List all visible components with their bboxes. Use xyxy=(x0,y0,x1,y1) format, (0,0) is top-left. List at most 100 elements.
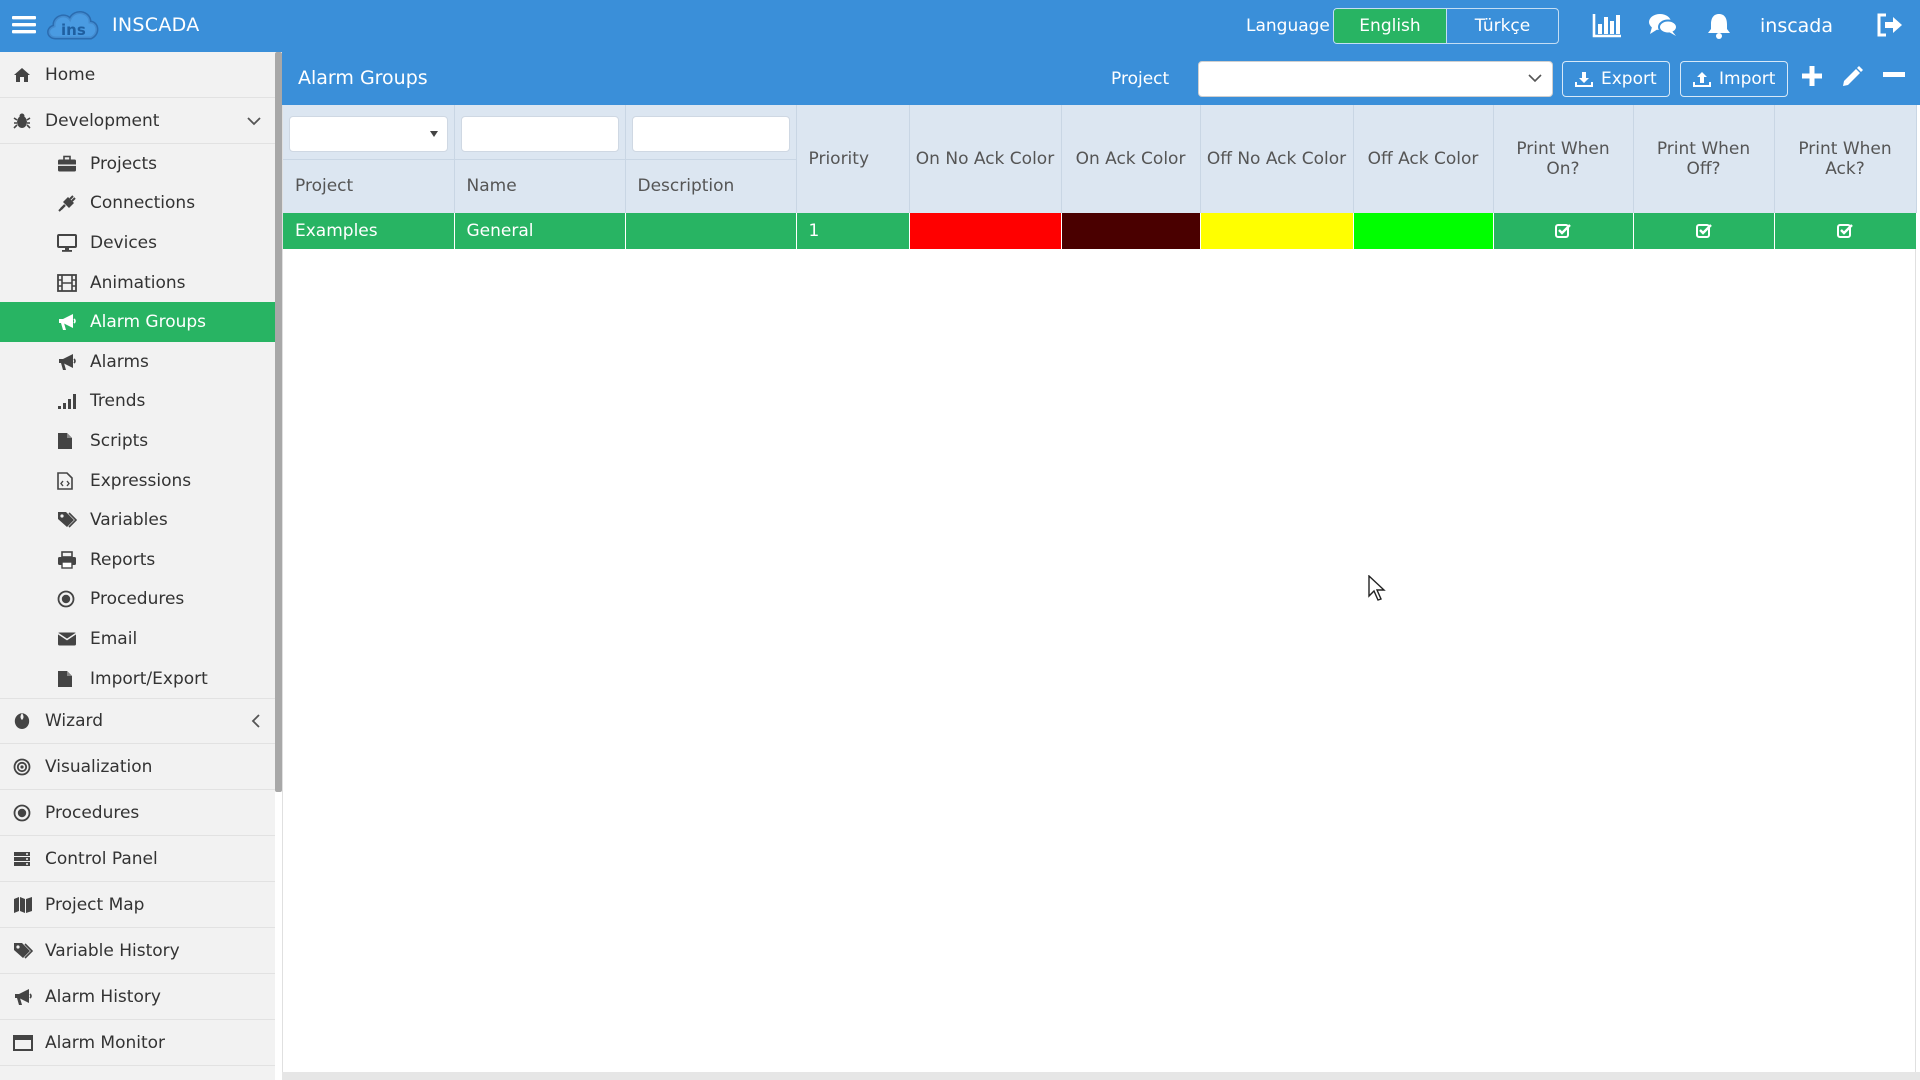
project-filter-select[interactable] xyxy=(289,115,448,152)
language-label: Language xyxy=(1246,16,1330,36)
cell-off-ack-color-swatch xyxy=(1353,213,1494,249)
name-filter-cell xyxy=(454,105,626,160)
sidebar-item-label: Alarm Groups xyxy=(90,312,207,333)
bug-icon xyxy=(13,112,31,130)
map-icon xyxy=(13,896,33,914)
bullhorn-icon xyxy=(57,353,77,371)
file-icon xyxy=(57,432,73,450)
sign-out-icon[interactable] xyxy=(1876,12,1904,38)
sidebar-item-animations[interactable]: Animations xyxy=(0,263,275,303)
sidebar-item-wizard[interactable]: Wizard xyxy=(0,698,275,745)
file-icon xyxy=(57,670,73,688)
svg-text:ins: ins xyxy=(61,21,86,39)
check-square-icon xyxy=(1775,223,1916,239)
export-button[interactable]: Export xyxy=(1562,61,1670,97)
language-turkish-button[interactable]: Türkçe xyxy=(1446,9,1558,43)
sidebar-item-alarm-monitor[interactable]: Alarm Monitor xyxy=(0,1020,275,1067)
chevron-down-icon xyxy=(1528,74,1542,83)
column-header-print-when-on[interactable]: Print When On? xyxy=(1493,105,1634,213)
import-label: Import xyxy=(1719,69,1776,89)
table-row[interactable]: Examples General 1 xyxy=(283,213,1917,249)
language-switcher: English Türkçe xyxy=(1333,8,1559,44)
language-english-button[interactable]: English xyxy=(1334,9,1446,43)
alarm-groups-table: Priority On No Ack Color On Ack Color Of… xyxy=(282,105,1917,1075)
bar-chart-icon[interactable] xyxy=(1592,12,1622,38)
sidebar-item-expressions[interactable]: Expressions xyxy=(0,461,275,501)
bullhorn-icon xyxy=(13,988,33,1006)
sidebar-item-devices[interactable]: Devices xyxy=(0,223,275,263)
sidebar-item-home[interactable]: Home xyxy=(0,52,275,98)
inscada-logo[interactable]: ins xyxy=(44,4,100,48)
sidebar-item-scripts[interactable]: Scripts xyxy=(0,421,275,461)
horizontal-scrollbar[interactable] xyxy=(282,1072,1920,1080)
sidebar-item-project-map[interactable]: Project Map xyxy=(0,882,275,929)
rebel-icon xyxy=(13,712,31,730)
cell-print-when-off xyxy=(1633,213,1775,249)
edit-pencil-icon[interactable] xyxy=(1840,65,1864,89)
sidebar-item-variable-history[interactable]: Variable History xyxy=(0,928,275,975)
add-icon[interactable] xyxy=(1801,65,1823,87)
bullseye-icon xyxy=(13,758,31,776)
sidebar-scrollbar[interactable] xyxy=(275,52,282,792)
sidebar-item-label: Import/Export xyxy=(90,668,208,689)
sidebar-item-label: Procedures xyxy=(90,589,185,610)
sidebar-item-variables[interactable]: Variables xyxy=(0,500,275,540)
cell-on-no-ack-color-swatch xyxy=(909,213,1062,249)
tags-icon xyxy=(13,942,33,960)
sidebar-item-procedures-dev[interactable]: Procedures xyxy=(0,580,275,620)
sidebar-item-alarm-groups[interactable]: Alarm Groups xyxy=(0,302,275,342)
bullhorn-icon xyxy=(57,313,77,331)
chevron-left-icon xyxy=(251,714,261,728)
sidebar-item-procedures[interactable]: Procedures xyxy=(0,790,275,837)
sidebar-item-label: Alarm History xyxy=(45,986,161,1007)
description-filter-input[interactable] xyxy=(631,115,790,152)
sidebar-item-alarm-history[interactable]: Alarm History xyxy=(0,974,275,1021)
cell-name: General xyxy=(454,213,626,249)
sidebar-item-development[interactable]: Development xyxy=(0,98,275,144)
column-header-print-when-ack[interactable]: Print When Ack? xyxy=(1774,105,1917,213)
upload-icon xyxy=(1693,71,1711,87)
sidebar-item-label: Development xyxy=(45,110,160,131)
name-filter-input[interactable] xyxy=(460,115,619,152)
sidebar-item-alarms[interactable]: Alarms xyxy=(0,342,275,382)
sidebar-item-label: Control Panel xyxy=(45,848,158,869)
project-select[interactable] xyxy=(1198,61,1553,97)
sidebar-item-reports[interactable]: Reports xyxy=(0,540,275,580)
column-header-priority[interactable]: Priority xyxy=(796,105,910,213)
column-header-print-when-off[interactable]: Print When Off? xyxy=(1633,105,1775,213)
hamburger-menu-icon[interactable] xyxy=(12,14,36,36)
sidebar-item-trends[interactable]: Trends xyxy=(0,382,275,422)
check-square-icon xyxy=(1634,223,1774,239)
sidebar-item-projects[interactable]: Projects xyxy=(0,144,275,184)
panel-header: Alarm Groups Project Export Import xyxy=(282,52,1920,105)
column-header-off-no-ack-color[interactable]: Off No Ack Color xyxy=(1200,105,1354,213)
sidebar-item-visualization[interactable]: Visualization xyxy=(0,744,275,791)
column-header-on-no-ack-color[interactable]: On No Ack Color xyxy=(909,105,1062,213)
dot-circle-icon xyxy=(13,804,31,822)
film-icon xyxy=(57,273,77,292)
top-bar: ins INSCADA Language English Türkçe insc… xyxy=(0,0,1920,52)
cell-project: Examples xyxy=(283,213,455,249)
sidebar-item-connections[interactable]: Connections xyxy=(0,184,275,224)
column-header-project[interactable]: Project xyxy=(283,159,455,213)
column-header-on-ack-color[interactable]: On Ack Color xyxy=(1061,105,1201,213)
cell-description xyxy=(625,213,797,249)
comments-icon[interactable] xyxy=(1648,12,1678,38)
sidebar-item-email[interactable]: Email xyxy=(0,619,275,659)
print-icon xyxy=(57,550,77,569)
column-header-name[interactable]: Name xyxy=(454,159,626,213)
bell-icon[interactable] xyxy=(1706,12,1732,40)
sidebar-item-control-panel[interactable]: Control Panel xyxy=(0,836,275,883)
app-title: INSCADA xyxy=(112,14,200,36)
caret-down-icon xyxy=(429,130,439,138)
sidebar-item-label: Procedures xyxy=(45,802,140,823)
username[interactable]: inscada xyxy=(1760,15,1833,37)
sidebar-item-label: Trends xyxy=(90,391,146,412)
sidebar-item-import-export[interactable]: Import/Export xyxy=(0,659,275,699)
import-button[interactable]: Import xyxy=(1680,61,1788,97)
remove-icon[interactable] xyxy=(1883,72,1905,78)
column-header-description[interactable]: Description xyxy=(625,159,797,213)
column-header-off-ack-color[interactable]: Off Ack Color xyxy=(1353,105,1494,213)
envelope-icon xyxy=(57,631,77,646)
sidebar-item-label: Expressions xyxy=(90,470,192,491)
